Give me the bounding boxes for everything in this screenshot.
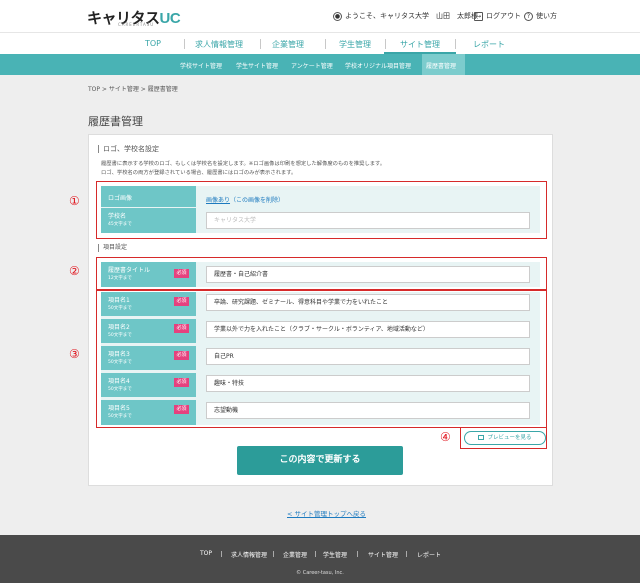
footer-link-companies[interactable]: 企業管理 <box>283 550 307 559</box>
annotation-number-2: ② <box>69 264 80 278</box>
item-section-heading: 項目設定 <box>98 244 127 252</box>
annotation-box-2 <box>96 257 547 290</box>
help-icon: ? <box>524 11 533 21</box>
footer-link-report[interactable]: レポート <box>417 550 441 559</box>
annotation-number-3: ③ <box>69 347 80 361</box>
footer-divider <box>221 551 222 557</box>
annotation-box-1 <box>96 181 547 239</box>
annotation-box-3 <box>96 290 547 428</box>
update-button[interactable]: この内容で更新する <box>237 446 403 475</box>
footer-link-students[interactable]: 学生管理 <box>323 550 347 559</box>
footer-link-top[interactable]: TOP <box>200 550 212 557</box>
copyright: © Career-tasu, Inc. <box>296 570 344 576</box>
gnav-divider <box>385 39 386 49</box>
gnav-divider <box>455 39 456 49</box>
welcome-label: ようこそ、キャリタス大学 山田 太郎様 <box>345 12 478 20</box>
subnav-school-site[interactable]: 学校サイト管理 <box>180 61 222 70</box>
footer-divider <box>273 551 274 557</box>
logo-section-desc1: 履歴書に表示する学校のロゴ、もしくは学校名を設定します。※ロゴ画像は印刷を想定し… <box>101 161 386 167</box>
gnav-site[interactable]: サイト管理 <box>400 39 440 50</box>
gnav-students[interactable]: 学生管理 <box>339 39 371 50</box>
logo-accent: UC <box>159 10 181 27</box>
page-title: 履歴書管理 <box>88 115 143 128</box>
footer-divider <box>406 551 407 557</box>
gnav-jobs[interactable]: 求人情報管理 <box>195 39 243 50</box>
help-link[interactable]: ? 使い方 <box>524 11 557 21</box>
gnav-top[interactable]: TOP <box>145 39 161 48</box>
logout-link[interactable]: → ログアウト <box>474 11 521 21</box>
user-icon: ● <box>333 11 342 21</box>
gnav-report[interactable]: レポート <box>473 39 505 50</box>
annotation-number-1: ① <box>69 194 80 208</box>
breadcrumb[interactable]: TOP > サイト管理 > 履歴書管理 <box>88 84 178 93</box>
subnav-original-items[interactable]: 学校オリジナル項目管理 <box>345 61 411 70</box>
gnav-companies[interactable]: 企業管理 <box>272 39 304 50</box>
gnav-divider <box>184 39 185 49</box>
footer-divider <box>357 551 358 557</box>
subnav-resume[interactable]: 履歴書管理 <box>426 61 456 70</box>
preview-button[interactable]: プレビューを見る <box>464 431 546 445</box>
annotation-number-4: ④ <box>440 430 451 444</box>
footer: TOP 求人情報管理 企業管理 学生管理 サイト管理 レポート © Career… <box>0 535 640 583</box>
logo-section-desc2: ロゴ、学校名の両方が登録されている場合、履歴書にはロゴのみが表示されます。 <box>101 170 297 176</box>
subnav-student-site[interactable]: 学生サイト管理 <box>236 61 278 70</box>
header: キャリタスUC CAREERTASU ● ようこそ、キャリタス大学 山田 太郎様 … <box>0 0 640 32</box>
gnav-divider <box>325 39 326 49</box>
preview-label: プレビューを見る <box>487 435 532 441</box>
logo-subtext: CAREERTASU <box>118 22 155 27</box>
logo-section-heading: ロゴ、学校名設定 <box>98 145 159 153</box>
global-nav: TOP 求人情報管理 企業管理 学生管理 サイト管理 レポート <box>0 32 640 55</box>
welcome-text: ● ようこそ、キャリタス大学 山田 太郎様 <box>333 11 478 21</box>
footer-link-jobs[interactable]: 求人情報管理 <box>231 550 267 559</box>
back-to-site-top-link[interactable]: < サイト管理トップへ戻る <box>287 508 366 518</box>
gnav-divider <box>260 39 261 49</box>
footer-divider <box>315 551 316 557</box>
subnav-survey[interactable]: アンケート管理 <box>291 61 333 70</box>
preview-icon <box>478 435 485 440</box>
logout-label: ログアウト <box>486 12 521 20</box>
logout-icon: → <box>474 11 483 21</box>
footer-link-site[interactable]: サイト管理 <box>368 550 398 559</box>
help-label: 使い方 <box>536 12 557 20</box>
